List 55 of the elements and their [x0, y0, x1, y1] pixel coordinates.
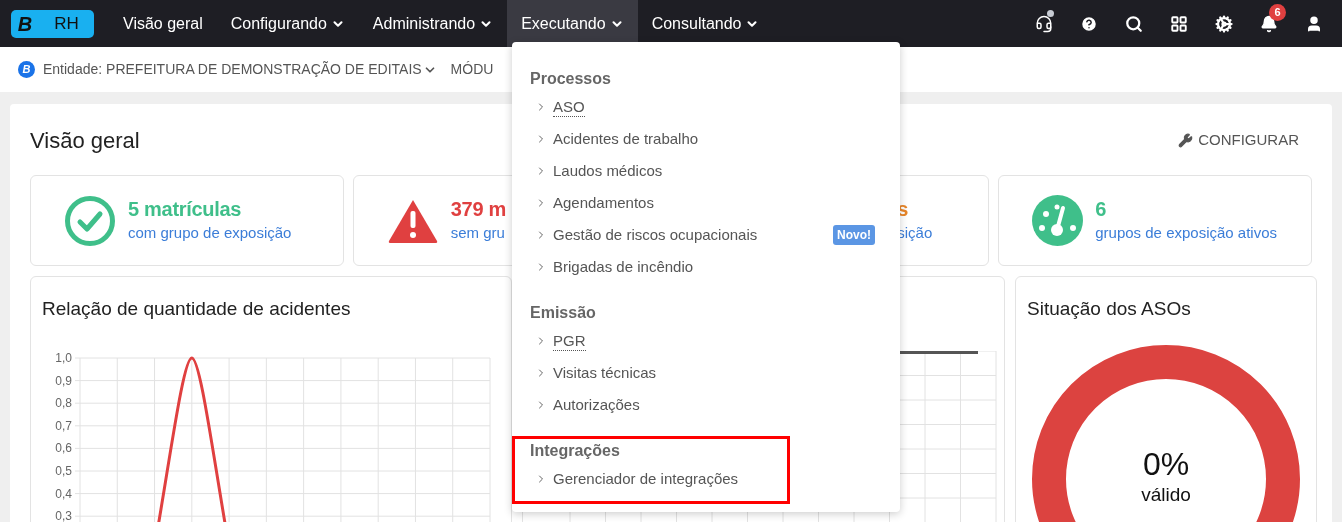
app-logo[interactable]: B RH [11, 9, 94, 38]
menu-section-title: Emissão [529, 303, 597, 323]
entity-logo-icon: B [18, 61, 35, 78]
menu-item[interactable]: ASO [553, 97, 585, 117]
check-circle-icon [64, 194, 116, 247]
menu-item[interactable]: Laudos médicos [553, 159, 663, 183]
bell-button[interactable]: 6 [1246, 0, 1291, 47]
axis-tick-label: 0,8 [55, 395, 72, 410]
stat-value: 6 [1095, 197, 1108, 223]
grid-icon [1169, 14, 1188, 33]
menu-item[interactable]: Autorizações [553, 393, 640, 417]
new-badge: Novo! [833, 225, 875, 245]
bell-icon [1259, 14, 1278, 33]
entity-selector[interactable]: Entidade: PREFEITURA DE DEMONSTRAÇÃO DE EDITAIS [43, 59, 437, 80]
logo-text: RH [53, 12, 80, 35]
stat-value: 379 m [450, 197, 506, 223]
gauge-icon [1032, 195, 1084, 246]
settings-icon [1214, 14, 1233, 33]
notification-badge: 6 [1269, 4, 1286, 21]
axis-tick-label: 0,6 [55, 440, 72, 455]
donut-caption: válido [1141, 483, 1191, 508]
menu-item[interactable]: Acidentes de trabalho [553, 127, 699, 151]
menu-item[interactable]: Brigadas de incêndio [553, 255, 694, 279]
menu-item[interactable]: Gerenciador de integrações [553, 467, 739, 491]
menu-section-title: Integrações [529, 441, 621, 461]
axis-tick-label: 1,0 [55, 350, 72, 365]
axis-tick-label: 0,9 [55, 373, 72, 388]
stat-value: 5 matrículas [128, 197, 243, 223]
headset-icon [1034, 14, 1053, 33]
module-selector[interactable]: MÓDU [450, 59, 494, 80]
stat-label[interactable]: com grupo de exposição [128, 222, 292, 245]
nav-menu-item[interactable]: Administrando [358, 0, 508, 47]
donut-percent: 0% [1142, 447, 1190, 482]
nav-menu-item[interactable]: Visão geral [109, 0, 217, 47]
axis-tick-label: 0,4 [55, 486, 72, 501]
search-icon [1124, 14, 1143, 33]
wrench-icon [1178, 132, 1194, 148]
menu-item[interactable]: Agendamentos [553, 191, 654, 215]
stat-label[interactable]: sem gru [450, 222, 506, 245]
axis-tick-label: 0,3 [55, 508, 72, 522]
help-icon [1079, 14, 1098, 33]
configure-button[interactable]: CONFIGURAR [1178, 128, 1299, 152]
chart-title: Situação dos ASOs [1026, 297, 1192, 321]
page-title: Visão geral [30, 126, 140, 155]
nav-menu-item[interactable]: Consultando [637, 0, 774, 47]
axis-tick-label: 0,7 [55, 418, 72, 433]
chart-title: Relação de quantidade de acidentes [41, 297, 352, 321]
stat-label[interactable]: grupos de exposição ativos [1095, 222, 1278, 245]
menu-item[interactable]: PGR [553, 331, 586, 351]
menu-section-title: Processos [529, 69, 612, 89]
nav-menu-item[interactable]: Configurando [216, 0, 359, 47]
axis-tick-label: 0,5 [55, 463, 72, 478]
menu-item[interactable]: Gestão de riscos ocupacionais [553, 223, 758, 247]
menu-item[interactable]: Visitas técnicas [553, 361, 657, 385]
logo-mark: B [16, 11, 34, 37]
